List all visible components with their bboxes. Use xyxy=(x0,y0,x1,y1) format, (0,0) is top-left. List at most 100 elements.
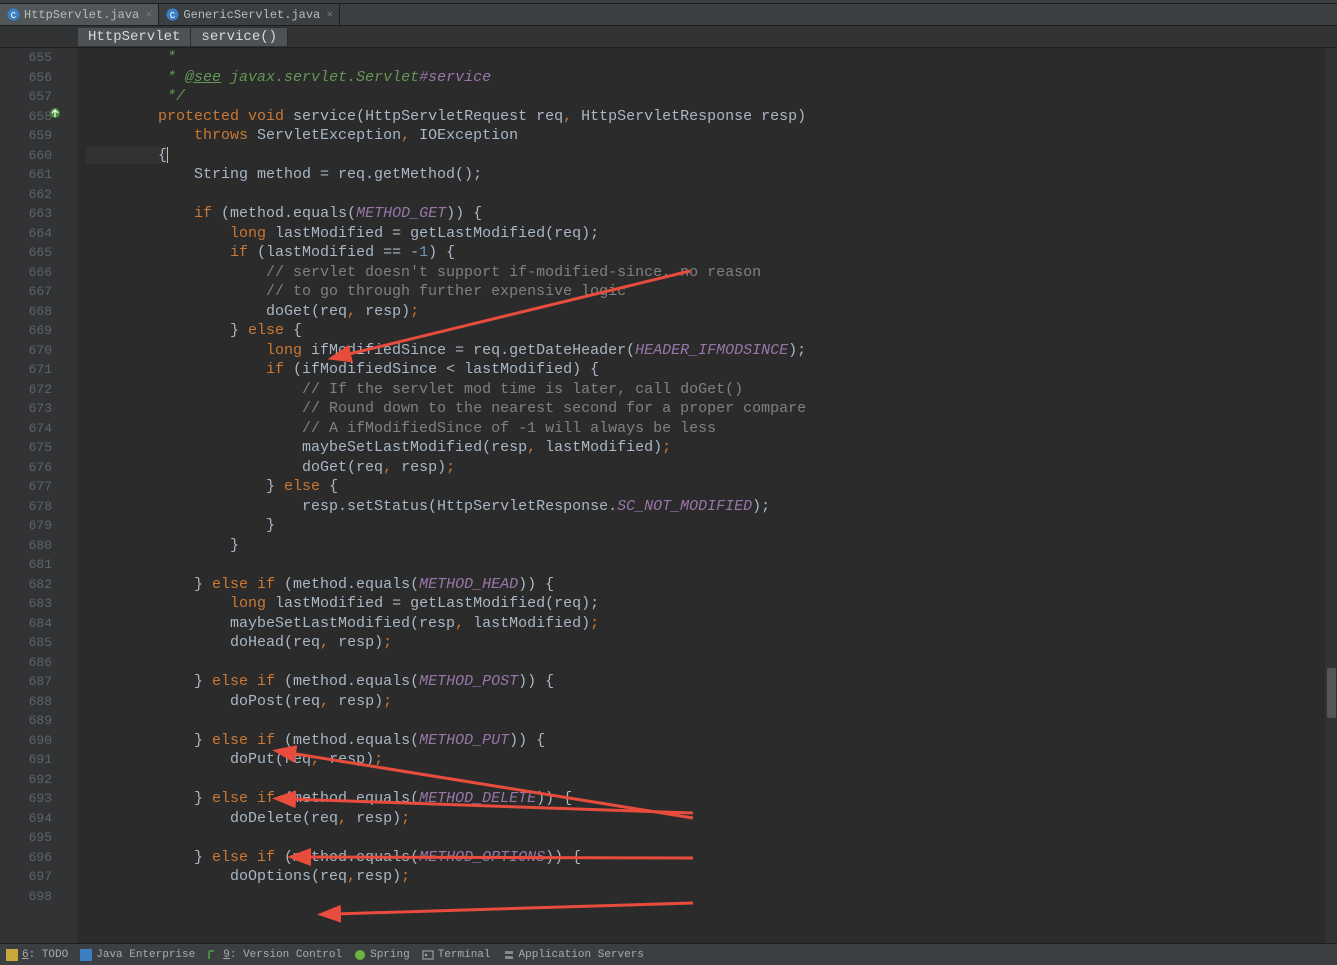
line-number: 690 xyxy=(0,731,52,751)
line-number: 668 xyxy=(0,302,52,322)
code-line[interactable]: } xyxy=(86,516,1337,536)
code-line[interactable]: { xyxy=(86,146,1337,166)
line-number: 672 xyxy=(0,380,52,400)
code-line[interactable]: long lastModified = getLastModified(req)… xyxy=(86,594,1337,614)
line-number: 659 xyxy=(0,126,52,146)
line-number: 677 xyxy=(0,477,52,497)
line-number: 684 xyxy=(0,614,52,634)
line-number: 663 xyxy=(0,204,52,224)
code-line[interactable]: if (ifModifiedSince < lastModified) { xyxy=(86,360,1337,380)
line-number: 682 xyxy=(0,575,52,595)
line-numbers: 6556566576586596606616626636646656666676… xyxy=(0,48,78,943)
code-line[interactable]: long ifModifiedSince = req.getDateHeader… xyxy=(86,341,1337,361)
code-line[interactable]: // to go through further expensive logic xyxy=(86,282,1337,302)
line-number: 685 xyxy=(0,633,52,653)
line-number: 693 xyxy=(0,789,52,809)
close-icon[interactable]: × xyxy=(326,8,333,22)
tab-label: HttpServlet.java xyxy=(24,8,139,22)
line-number: 664 xyxy=(0,224,52,244)
code-line[interactable]: doGet(req, resp); xyxy=(86,458,1337,478)
breadcrumb: HttpServlet service() xyxy=(0,26,1337,48)
code-line[interactable] xyxy=(86,828,1337,848)
java-class-icon: C xyxy=(165,8,179,22)
line-number: 674 xyxy=(0,419,52,439)
line-number: 680 xyxy=(0,536,52,556)
line-number: 658 xyxy=(0,107,52,127)
tab-label: GenericServlet.java xyxy=(183,8,320,22)
line-number: 661 xyxy=(0,165,52,185)
line-number: 667 xyxy=(0,282,52,302)
scrollbar[interactable] xyxy=(1325,48,1337,943)
line-number: 695 xyxy=(0,828,52,848)
code-line[interactable]: } else { xyxy=(86,477,1337,497)
line-number: 675 xyxy=(0,438,52,458)
code-line[interactable]: throws ServletException, IOException xyxy=(86,126,1337,146)
code-line[interactable]: doOptions(req,resp); xyxy=(86,867,1337,887)
code-line[interactable] xyxy=(86,185,1337,205)
code-line[interactable]: } else { xyxy=(86,321,1337,341)
code-line[interactable]: if (method.equals(METHOD_GET)) { xyxy=(86,204,1337,224)
code-line[interactable] xyxy=(86,887,1337,907)
line-number: 698 xyxy=(0,887,52,907)
code-line[interactable]: } xyxy=(86,536,1337,556)
code-line[interactable]: resp.setStatus(HttpServletResponse.SC_NO… xyxy=(86,497,1337,517)
code-line[interactable]: // servlet doesn't support if-modified-s… xyxy=(86,263,1337,283)
crumb-class[interactable]: HttpServlet xyxy=(78,28,191,46)
line-number: 673 xyxy=(0,399,52,419)
code-line[interactable]: doPost(req, resp); xyxy=(86,692,1337,712)
tab-genericservlet[interactable]: C GenericServlet.java × xyxy=(159,4,340,25)
close-icon[interactable]: × xyxy=(145,8,152,22)
line-number: 660 xyxy=(0,146,52,166)
crumb-method[interactable]: service() xyxy=(191,28,288,46)
tab-httpservlet[interactable]: C HttpServlet.java × xyxy=(0,4,159,25)
svg-text:C: C xyxy=(170,11,176,21)
code-line[interactable]: } else if (method.equals(METHOD_POST)) { xyxy=(86,672,1337,692)
code-editor[interactable]: 6556566576586596606616626636646656666676… xyxy=(0,48,1337,943)
line-number: 688 xyxy=(0,692,52,712)
code-line[interactable] xyxy=(86,711,1337,731)
code-line[interactable]: */ xyxy=(86,87,1337,107)
status-tools: 6: TODO Java Enterprise 9: Version Contr… xyxy=(0,943,1337,965)
code-line[interactable]: } else if (method.equals(METHOD_PUT)) { xyxy=(86,731,1337,751)
editor-tabs: C HttpServlet.java × C GenericServlet.ja… xyxy=(0,4,1337,26)
line-number: 691 xyxy=(0,750,52,770)
line-number: 678 xyxy=(0,497,52,517)
code-line[interactable]: doHead(req, resp); xyxy=(86,633,1337,653)
code-line[interactable]: // Round down to the nearest second for … xyxy=(86,399,1337,419)
code-line[interactable]: doPut(req, resp); xyxy=(86,750,1337,770)
line-number: 655 xyxy=(0,48,52,68)
code-line[interactable] xyxy=(86,653,1337,673)
code-area[interactable]: * * @see javax.servlet.Servlet#service *… xyxy=(78,48,1337,943)
code-line[interactable]: doGet(req, resp); xyxy=(86,302,1337,322)
code-line[interactable]: } else if (method.equals(METHOD_OPTIONS)… xyxy=(86,848,1337,868)
line-number: 679 xyxy=(0,516,52,536)
line-number: 692 xyxy=(0,770,52,790)
code-line[interactable]: maybeSetLastModified(resp, lastModified)… xyxy=(86,438,1337,458)
code-line[interactable]: // A ifModifiedSince of -1 will always b… xyxy=(86,419,1337,439)
line-number: 656 xyxy=(0,68,52,88)
code-line[interactable]: * xyxy=(86,48,1337,68)
line-number: 665 xyxy=(0,243,52,263)
scrollbar-thumb[interactable] xyxy=(1327,668,1336,718)
code-line[interactable]: if (lastModified == -1) { xyxy=(86,243,1337,263)
code-line[interactable]: // If the servlet mod time is later, cal… xyxy=(86,380,1337,400)
line-number: 657 xyxy=(0,87,52,107)
line-number: 683 xyxy=(0,594,52,614)
line-number: 696 xyxy=(0,848,52,868)
code-line[interactable]: long lastModified = getLastModified(req)… xyxy=(86,224,1337,244)
code-line[interactable]: * @see javax.servlet.Servlet#service xyxy=(86,68,1337,88)
code-line[interactable]: maybeSetLastModified(resp, lastModified)… xyxy=(86,614,1337,634)
code-line[interactable]: String method = req.getMethod(); xyxy=(86,165,1337,185)
code-line[interactable] xyxy=(86,770,1337,790)
override-icon[interactable] xyxy=(48,106,62,120)
code-line[interactable]: } else if (method.equals(METHOD_DELETE))… xyxy=(86,789,1337,809)
line-number: 662 xyxy=(0,185,52,205)
line-number: 686 xyxy=(0,653,52,673)
code-line[interactable]: protected void service(HttpServletReques… xyxy=(86,107,1337,127)
line-number: 676 xyxy=(0,458,52,478)
code-line[interactable] xyxy=(86,555,1337,575)
code-line[interactable]: doDelete(req, resp); xyxy=(86,809,1337,829)
line-number: 681 xyxy=(0,555,52,575)
line-number: 671 xyxy=(0,360,52,380)
code-line[interactable]: } else if (method.equals(METHOD_HEAD)) { xyxy=(86,575,1337,595)
